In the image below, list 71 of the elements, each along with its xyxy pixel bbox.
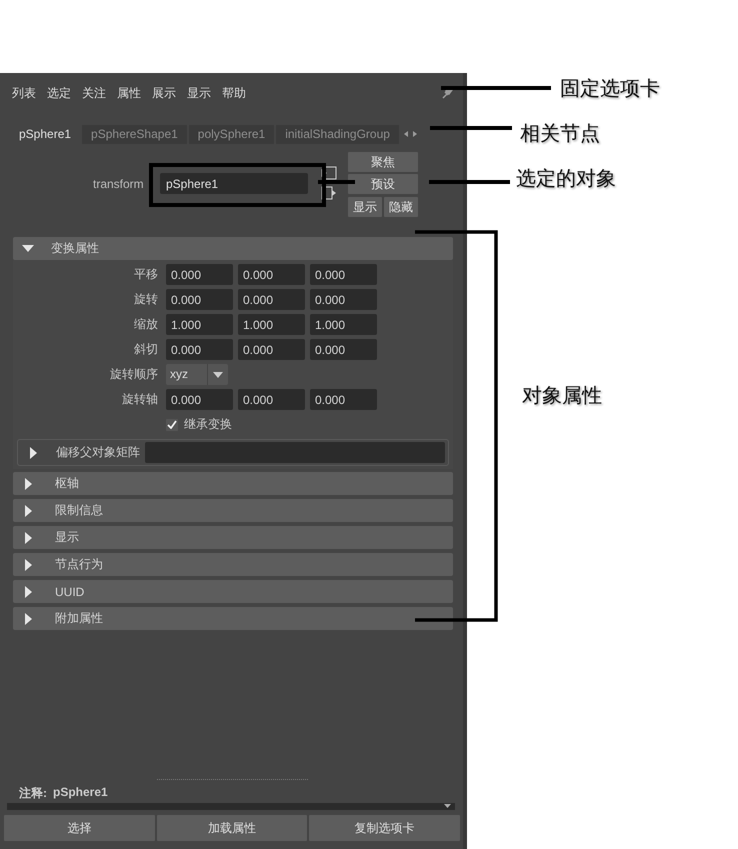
bottom-button[interactable]: 加载属性 xyxy=(156,815,308,841)
attribute-label: 旋转轴 xyxy=(121,391,158,408)
number-field[interactable]: 0.000 xyxy=(166,339,233,360)
number-field[interactable]: 1.000 xyxy=(310,314,377,335)
menu-item[interactable]: 关注 xyxy=(82,84,106,102)
menu-item[interactable]: 展示 xyxy=(152,84,176,102)
number-field[interactable]: 0.000 xyxy=(238,339,305,360)
number-field[interactable]: 0.000 xyxy=(238,264,305,285)
section-title: 显示 xyxy=(55,529,79,546)
number-field[interactable]: 0.000 xyxy=(310,389,377,410)
side-button[interactable]: 预设 xyxy=(348,174,418,194)
annotation-label: 相关节点 xyxy=(520,120,600,147)
number-field[interactable]: 0.000 xyxy=(310,289,377,310)
pin-icon xyxy=(441,87,453,99)
notes-label: 注释: xyxy=(19,785,47,802)
side-button[interactable]: 聚焦 xyxy=(348,152,418,172)
side-button[interactable]: 显示 xyxy=(348,197,382,217)
section-title: 节点行为 xyxy=(55,556,103,573)
number-field[interactable]: 0.000 xyxy=(310,339,377,360)
notes-field[interactable] xyxy=(7,803,455,810)
section-title: 限制信息 xyxy=(55,502,103,519)
leader-line xyxy=(318,180,355,184)
number-field[interactable]: 0.000 xyxy=(166,389,233,410)
input-connection-icon xyxy=(321,166,337,180)
attribute-label: 平移 xyxy=(133,266,158,283)
section-title: 变换属性 xyxy=(51,240,99,257)
annotation-label: 对象属性 xyxy=(522,382,602,409)
menu-item[interactable]: 帮助 xyxy=(222,84,246,102)
scroll-arrows-icon xyxy=(402,129,419,139)
node-name-field[interactable]: pSphere1 xyxy=(160,173,308,194)
number-field[interactable]: 0.000 xyxy=(310,264,377,285)
section-header[interactable]: 枢轴 xyxy=(13,472,453,495)
side-button[interactable]: 隐藏 xyxy=(384,197,418,217)
attribute-label: 斜切 xyxy=(133,341,158,358)
number-field[interactable]: 0.000 xyxy=(238,289,305,310)
bottom-button[interactable]: 选择 xyxy=(4,815,155,841)
node-type-label: transform xyxy=(93,177,145,191)
number-field[interactable]: 1.000 xyxy=(238,314,305,335)
section-title: 附加属性 xyxy=(55,610,103,627)
checkbox-label: 继承变换 xyxy=(184,416,232,433)
section-title: 枢轴 xyxy=(55,475,79,492)
bottom-button[interactable]: 复制选项卡 xyxy=(309,815,460,841)
number-field[interactable]: 0.000 xyxy=(238,389,305,410)
section-header[interactable]: 变换属性 xyxy=(13,237,453,260)
menu-item[interactable]: 列表 xyxy=(12,84,36,102)
number-field[interactable]: 0.000 xyxy=(166,264,233,285)
section-header[interactable]: UUID xyxy=(13,580,453,603)
attribute-label: 缩放 xyxy=(133,316,158,333)
caret-icon xyxy=(213,372,223,378)
caret-icon xyxy=(444,804,451,808)
section-title: UUID xyxy=(55,584,84,598)
notes-value: pSphere1 xyxy=(53,785,108,801)
section-header[interactable]: 显示 xyxy=(13,526,453,549)
menu-item[interactable]: 属性 xyxy=(117,84,141,102)
number-field[interactable]: 1.000 xyxy=(166,314,233,335)
annotation-label: 选定的对象 xyxy=(516,165,616,192)
attribute-label: 旋转 xyxy=(133,291,158,308)
dropdown[interactable]: xyz xyxy=(166,364,228,385)
menu-item[interactable]: 显示 xyxy=(187,84,211,102)
attribute-label: 旋转顺序 xyxy=(109,366,158,383)
section-header[interactable]: 附加属性 xyxy=(13,607,453,630)
section-header[interactable]: 节点行为 xyxy=(13,553,453,576)
annotation-label: 固定选项卡 xyxy=(560,75,660,102)
checkbox[interactable] xyxy=(166,418,178,430)
section-header[interactable]: 限制信息 xyxy=(13,499,453,522)
output-connection-icon xyxy=(321,186,337,200)
menu-item[interactable]: 选定 xyxy=(47,84,71,102)
number-field[interactable]: 0.000 xyxy=(166,289,233,310)
subsection-header[interactable]: 偏移父对象矩阵 xyxy=(17,439,449,466)
subsection-title: 偏移父对象矩阵 xyxy=(56,444,140,461)
check-icon xyxy=(167,420,177,429)
